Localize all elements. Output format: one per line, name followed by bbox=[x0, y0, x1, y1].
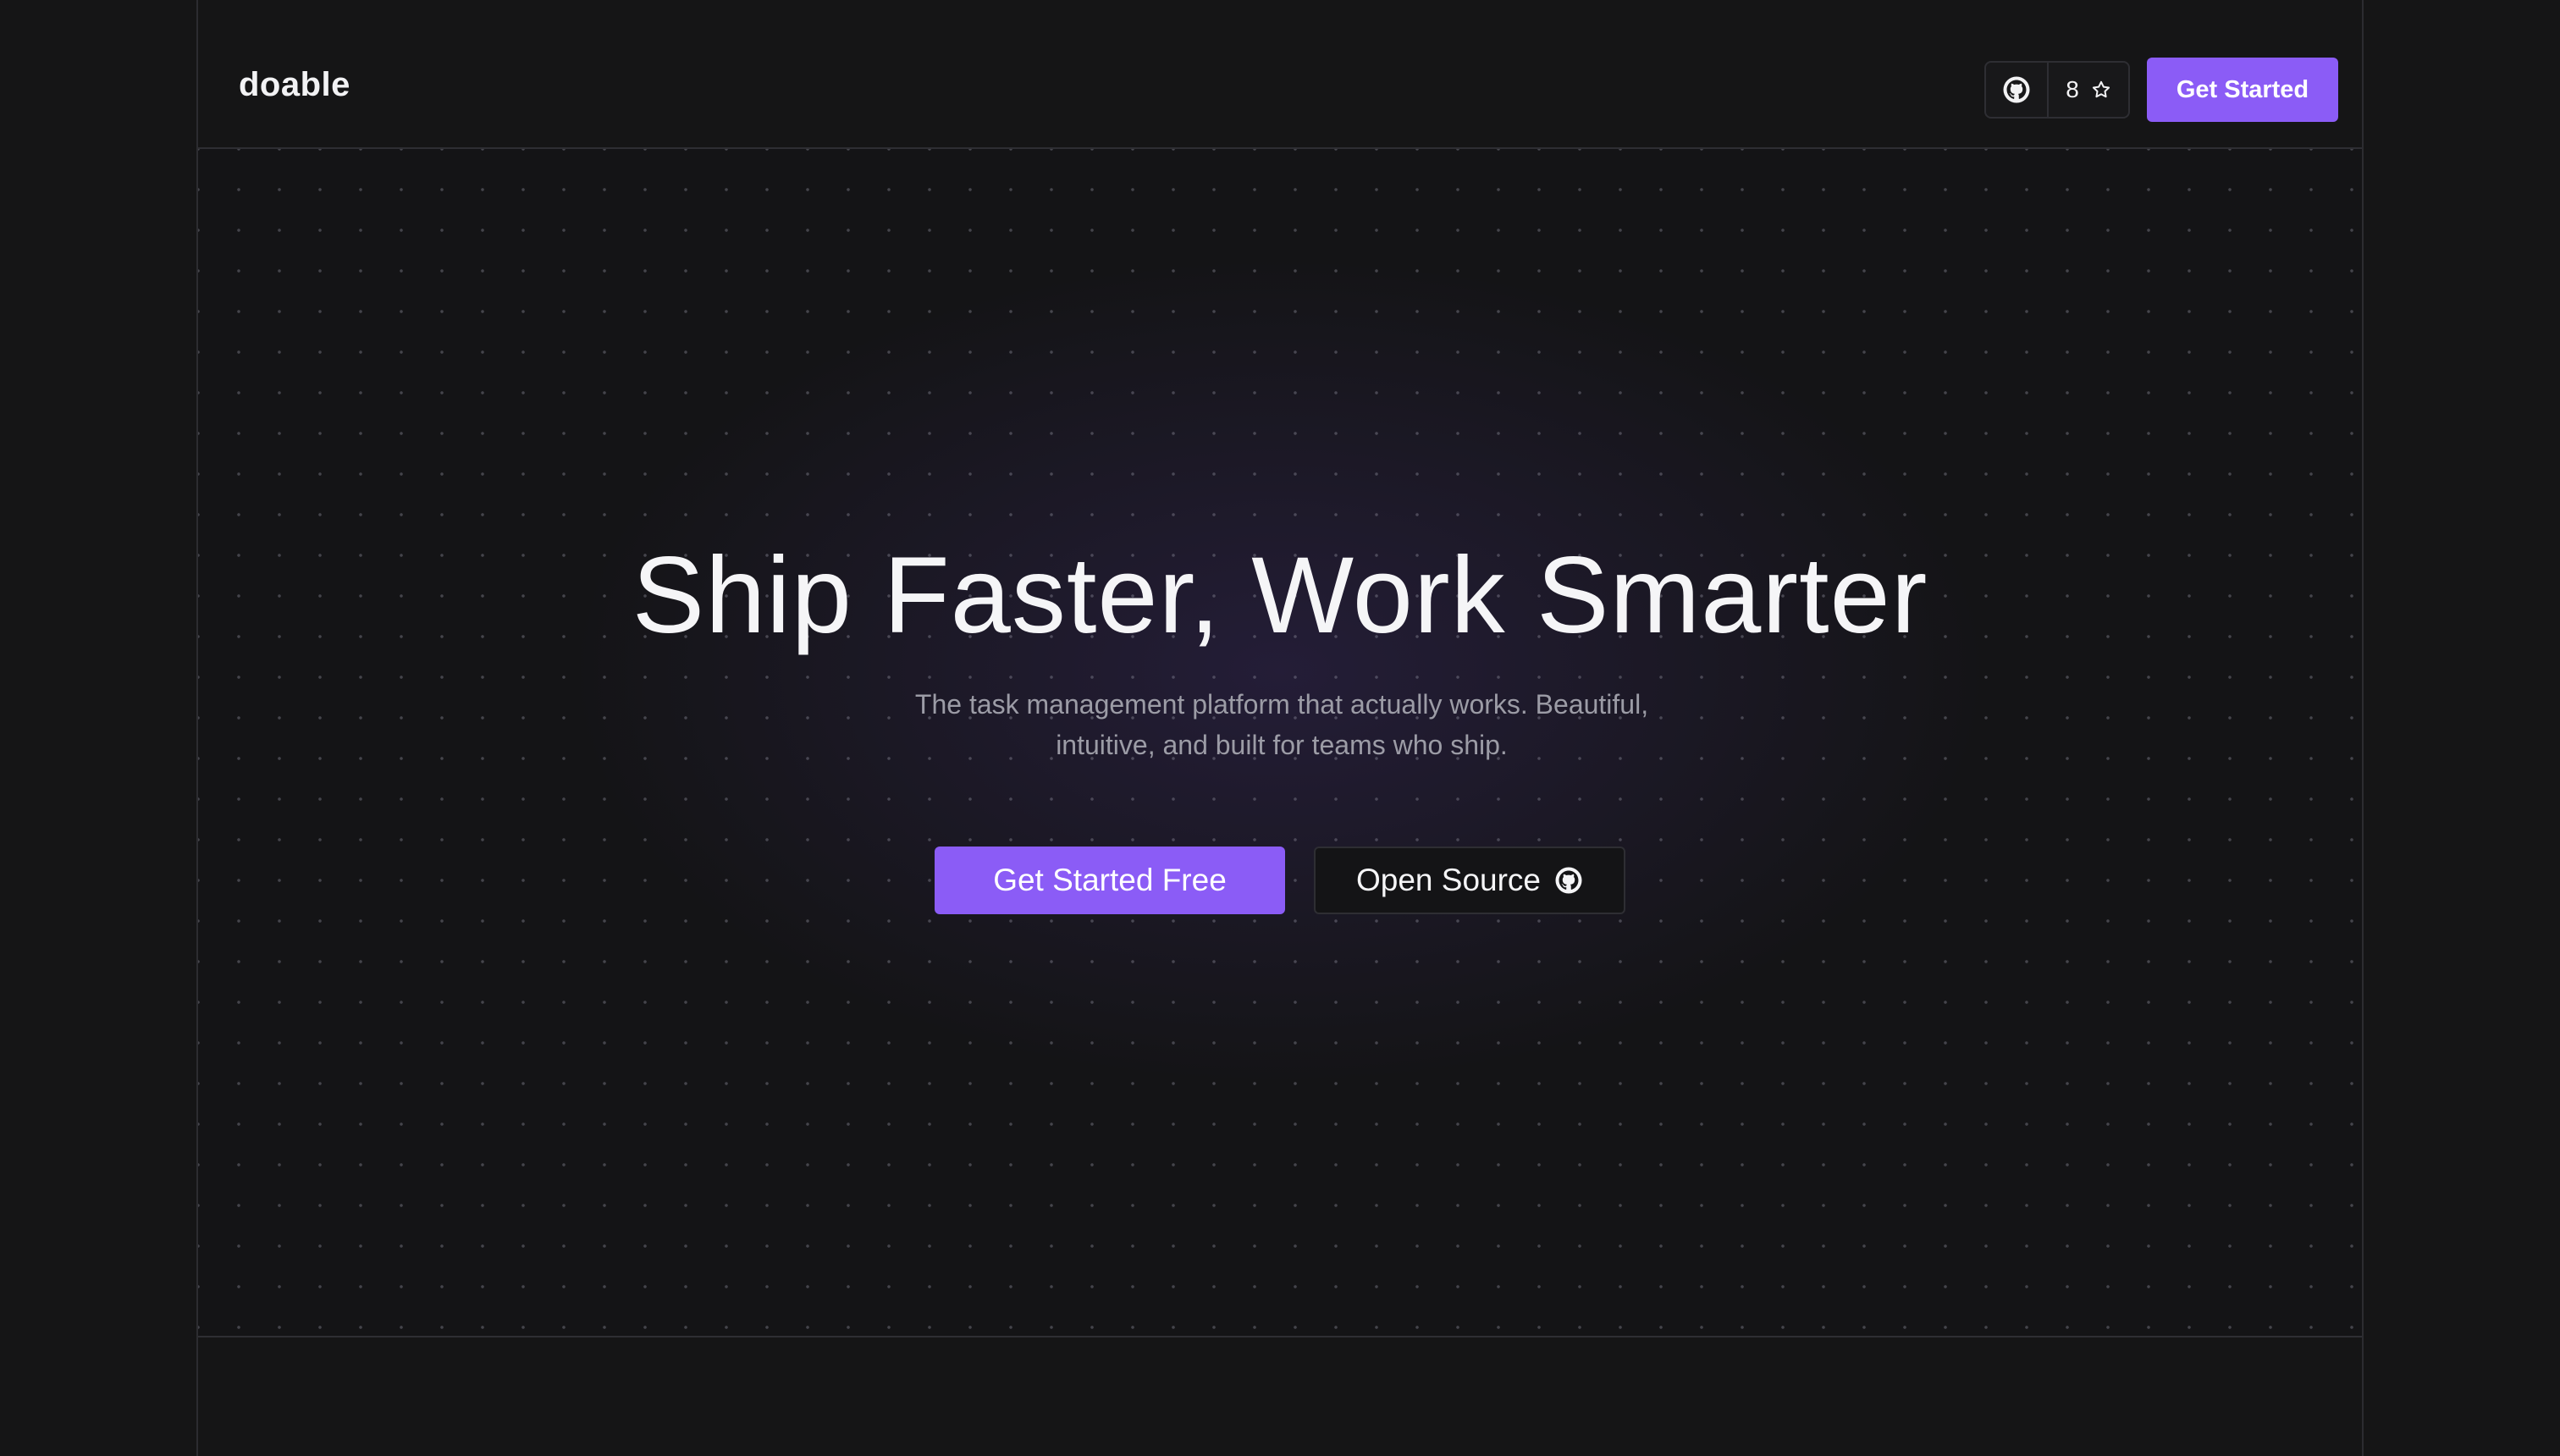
hero-section: Ship Faster, Work Smarter The task manag… bbox=[198, 149, 2362, 1337]
star-icon bbox=[2091, 80, 2111, 100]
hero-title: Ship Faster, Work Smarter bbox=[632, 535, 1928, 656]
github-icon bbox=[1986, 63, 2049, 117]
hero-subtitle-line-1: The task management platform that actual… bbox=[914, 689, 1649, 720]
open-source-label: Open Source bbox=[1355, 863, 1542, 897]
open-source-button[interactable]: Open Source bbox=[1314, 847, 1625, 914]
hero-cta-row: Get Started Free Open Source bbox=[198, 847, 2362, 914]
top-nav: doable 8 Get Started bbox=[198, 0, 2362, 149]
star-count: 8 bbox=[2066, 76, 2079, 102]
star-count-group: 8 bbox=[2049, 76, 2128, 103]
get-started-free-button[interactable]: Get Started Free bbox=[935, 847, 1285, 914]
get-started-button[interactable]: Get Started bbox=[2147, 58, 2338, 122]
logo[interactable]: doable bbox=[239, 66, 350, 104]
github-stars-badge[interactable]: 8 bbox=[1984, 61, 2130, 119]
hero-subtitle: The task management platform that actual… bbox=[875, 684, 1688, 765]
hero-subtitle-line-2: intuitive, and built for teams who ship. bbox=[1056, 730, 1508, 760]
github-icon bbox=[1554, 866, 1583, 895]
page-frame: doable 8 Get Started Ship Faster, Work S… bbox=[196, 0, 2364, 1456]
